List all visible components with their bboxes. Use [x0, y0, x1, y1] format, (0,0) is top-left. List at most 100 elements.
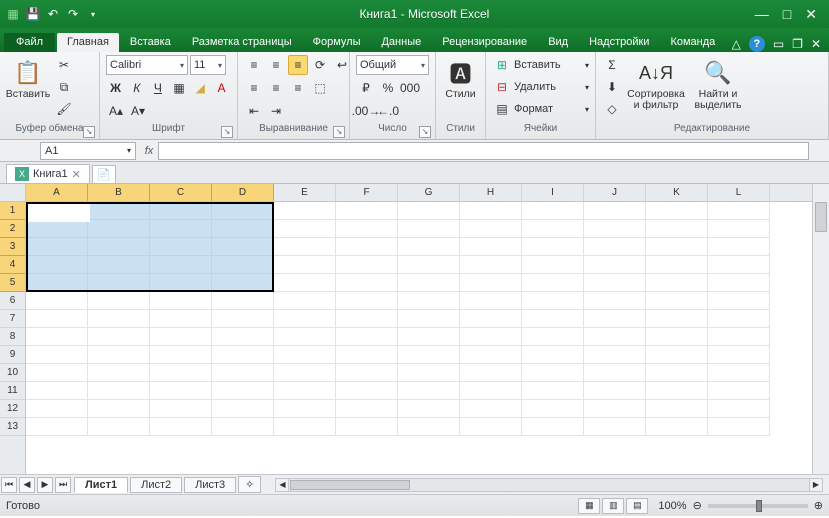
- cell[interactable]: [150, 220, 212, 238]
- sort-filter-button[interactable]: А↓Я Сортировка и фильтр: [626, 55, 686, 113]
- cell[interactable]: [584, 202, 646, 220]
- align-middle-button[interactable]: ≡: [266, 55, 286, 75]
- cell[interactable]: [398, 418, 460, 436]
- align-right-button[interactable]: ≡: [288, 78, 308, 98]
- cell[interactable]: [212, 400, 274, 418]
- view-normal-button[interactable]: ▦: [578, 498, 600, 514]
- qat-dropdown-icon[interactable]: ▾: [84, 5, 102, 23]
- cell[interactable]: [398, 202, 460, 220]
- minimize-button[interactable]: —: [755, 6, 769, 23]
- autosum-button[interactable]: Σ: [602, 55, 622, 75]
- cell[interactable]: [26, 292, 88, 310]
- cell[interactable]: [460, 292, 522, 310]
- cell[interactable]: [460, 382, 522, 400]
- orientation-button[interactable]: ⟳: [310, 55, 330, 75]
- cell[interactable]: [26, 346, 88, 364]
- cell[interactable]: [646, 256, 708, 274]
- row-header[interactable]: 9: [0, 346, 25, 364]
- new-sheet-button[interactable]: ✧: [238, 476, 261, 493]
- cell[interactable]: [212, 238, 274, 256]
- formula-input[interactable]: [158, 142, 809, 160]
- column-header[interactable]: I: [522, 184, 584, 201]
- redo-icon[interactable]: ↷: [64, 5, 82, 23]
- cell[interactable]: [26, 328, 88, 346]
- cell[interactable]: [336, 418, 398, 436]
- accounting-format-button[interactable]: ₽: [356, 78, 376, 98]
- tab-formulas[interactable]: Формулы: [303, 33, 371, 52]
- row-header[interactable]: 3: [0, 238, 25, 256]
- cell[interactable]: [336, 382, 398, 400]
- cell[interactable]: [336, 400, 398, 418]
- tab-view[interactable]: Вид: [538, 33, 578, 52]
- cell[interactable]: [274, 418, 336, 436]
- cell[interactable]: [336, 256, 398, 274]
- cell[interactable]: [584, 328, 646, 346]
- merge-button[interactable]: ⬚: [310, 78, 330, 98]
- cell[interactable]: [212, 346, 274, 364]
- cell[interactable]: [212, 364, 274, 382]
- cell[interactable]: [88, 382, 150, 400]
- sheet-nav-last[interactable]: ⏭: [55, 477, 71, 493]
- cell[interactable]: [398, 346, 460, 364]
- shrink-font-button[interactable]: A▾: [128, 101, 148, 121]
- row-header[interactable]: 11: [0, 382, 25, 400]
- cell[interactable]: [460, 310, 522, 328]
- cell[interactable]: [150, 292, 212, 310]
- row-header[interactable]: 7: [0, 310, 25, 328]
- cell[interactable]: [88, 364, 150, 382]
- close-button[interactable]: ✕: [805, 6, 817, 23]
- align-center-button[interactable]: ≡: [266, 78, 286, 98]
- column-header[interactable]: F: [336, 184, 398, 201]
- cell[interactable]: [460, 364, 522, 382]
- cell[interactable]: [26, 418, 88, 436]
- cell[interactable]: [88, 310, 150, 328]
- vertical-scrollbar[interactable]: [812, 184, 829, 474]
- column-header[interactable]: B: [88, 184, 150, 201]
- number-format-combo[interactable]: Общий▾: [356, 55, 429, 75]
- cell[interactable]: [584, 346, 646, 364]
- cell[interactable]: [150, 202, 212, 220]
- column-header[interactable]: K: [646, 184, 708, 201]
- tab-page-layout[interactable]: Разметка страницы: [182, 33, 302, 52]
- grow-font-button[interactable]: A▴: [106, 101, 126, 121]
- cell[interactable]: [212, 310, 274, 328]
- hscroll-right[interactable]: ▶: [809, 479, 822, 491]
- row-header[interactable]: 8: [0, 328, 25, 346]
- vscroll-thumb[interactable]: [815, 202, 827, 232]
- cell[interactable]: [708, 202, 770, 220]
- cell[interactable]: [708, 238, 770, 256]
- cell[interactable]: [708, 400, 770, 418]
- cell[interactable]: [398, 364, 460, 382]
- font-name-combo[interactable]: Calibri▾: [106, 55, 188, 75]
- cell[interactable]: [584, 364, 646, 382]
- cell[interactable]: [522, 400, 584, 418]
- tab-addins[interactable]: Надстройки: [579, 33, 659, 52]
- cell[interactable]: [212, 328, 274, 346]
- cell[interactable]: [212, 202, 274, 220]
- cell[interactable]: [584, 310, 646, 328]
- cell[interactable]: [522, 382, 584, 400]
- cell[interactable]: [522, 292, 584, 310]
- select-all-corner[interactable]: [0, 184, 25, 202]
- cell[interactable]: [150, 364, 212, 382]
- decrease-decimal-button[interactable]: ←.0: [378, 101, 398, 121]
- cell[interactable]: [336, 220, 398, 238]
- align-bottom-button[interactable]: ≡: [288, 55, 308, 75]
- cell[interactable]: [274, 346, 336, 364]
- insert-cells-button[interactable]: ⊞Вставить▾: [492, 55, 589, 75]
- cell[interactable]: [646, 292, 708, 310]
- cell[interactable]: [212, 292, 274, 310]
- cell[interactable]: [274, 382, 336, 400]
- cell[interactable]: [274, 364, 336, 382]
- row-header[interactable]: 10: [0, 364, 25, 382]
- cell[interactable]: [150, 418, 212, 436]
- cell[interactable]: [88, 202, 150, 220]
- font-size-combo[interactable]: 11▾: [190, 55, 226, 75]
- window-close-icon[interactable]: ✕: [811, 37, 821, 51]
- cell[interactable]: [88, 292, 150, 310]
- border-button[interactable]: ▦: [170, 78, 189, 98]
- number-dialog-launcher[interactable]: ↘: [419, 126, 431, 138]
- paste-button[interactable]: 📋 Вставить: [6, 55, 50, 102]
- zoom-in-button[interactable]: ⊕: [814, 499, 823, 512]
- delete-cells-button[interactable]: ⊟Удалить▾: [492, 77, 589, 97]
